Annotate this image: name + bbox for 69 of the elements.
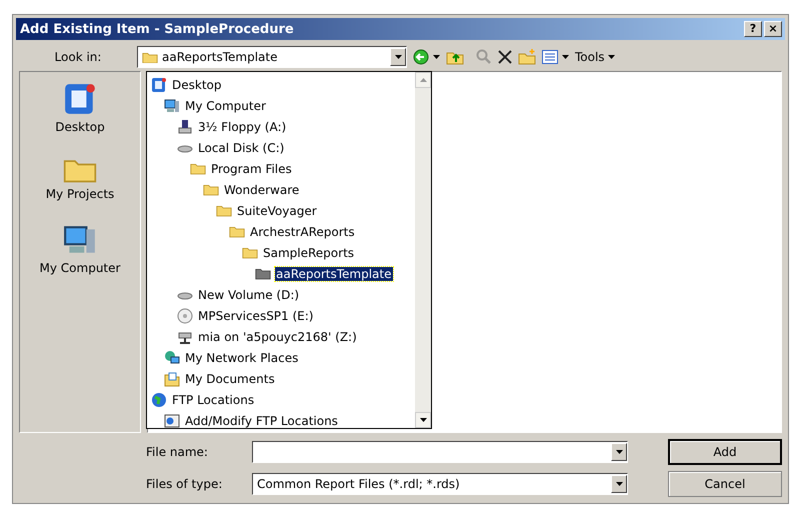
files-of-type-dropdown[interactable]: Common Report Files (*.rdl; *.rds)	[252, 473, 628, 495]
places-bar-item[interactable]: Desktop	[55, 82, 105, 134]
network-places-icon	[164, 350, 180, 366]
folder-icon	[255, 267, 271, 280]
caret-icon	[433, 55, 440, 59]
folder-icon	[190, 162, 206, 175]
down-caret-icon	[420, 418, 426, 422]
ftp-location-icon	[164, 412, 180, 428]
delete-x-icon	[498, 50, 512, 64]
caret-icon	[616, 450, 622, 454]
tree-item[interactable]: My Documents	[147, 368, 415, 389]
dropdown-arrow-button[interactable]	[611, 443, 627, 461]
tree-item[interactable]: New Volume (D:)	[147, 284, 415, 305]
tree-item[interactable]: My Network Places	[147, 347, 415, 368]
look-in-dropdown[interactable]: aaReportsTemplate	[137, 46, 407, 68]
up-caret-icon	[420, 78, 426, 82]
computer-icon	[164, 98, 180, 114]
tree-item[interactable]: aaReportsTemplate	[147, 263, 415, 284]
tools-menu-button[interactable]: Tools	[575, 50, 615, 64]
tree-item[interactable]: mia on 'a5pouyc2168' (Z:)	[147, 326, 415, 347]
tree-item[interactable]: FTP Locations	[147, 389, 415, 410]
tree-item[interactable]: Add/Modify FTP Locations	[147, 410, 415, 431]
file-name-label: File name:	[146, 445, 209, 459]
close-button[interactable]: ×	[764, 21, 782, 37]
tree-item[interactable]: Desktop	[147, 74, 415, 95]
floppy-drive-icon	[177, 118, 193, 134]
documents-folder-icon	[164, 370, 180, 386]
folder-icon	[229, 225, 245, 238]
folder-icon	[203, 183, 219, 196]
tree-item[interactable]: My Computer	[147, 95, 415, 116]
new-folder-icon	[518, 49, 536, 65]
tree-item[interactable]: Local Disk (C:)	[147, 137, 415, 158]
search-icon	[476, 49, 492, 65]
window-title: Add Existing Item - SampleProcedure	[20, 22, 295, 36]
places-bar-item[interactable]: My Computer	[40, 223, 120, 276]
views-button[interactable]	[542, 50, 569, 64]
file-name-field[interactable]	[252, 441, 628, 463]
folder-icon	[142, 50, 158, 64]
cancel-button[interactable]: Cancel	[668, 471, 782, 497]
folder-icon	[216, 204, 232, 217]
tree-item[interactable]: 3½ Floppy (A:)	[147, 116, 415, 137]
caret-icon	[616, 482, 622, 486]
back-button[interactable]	[413, 49, 440, 65]
look-in-label: Look in:	[54, 50, 102, 64]
caret-icon	[394, 55, 402, 59]
add-button[interactable]: Add	[668, 439, 782, 465]
tree-item[interactable]: ArchestrAReports	[147, 221, 415, 242]
dropdown-arrow-button[interactable]	[611, 475, 627, 493]
tree-item[interactable]: Program Files	[147, 158, 415, 179]
delete-button[interactable]	[498, 50, 512, 64]
caret-icon	[562, 55, 569, 59]
desktop-icon	[151, 76, 167, 92]
desktop-icon	[63, 82, 97, 116]
tree-item[interactable]: SampleReports	[147, 242, 415, 263]
scroll-up-button[interactable]	[415, 72, 431, 88]
tree-item[interactable]: SuiteVoyager	[147, 200, 415, 221]
help-button[interactable]: ?	[744, 21, 762, 37]
cd-icon	[177, 308, 193, 324]
dropdown-arrow-button[interactable]	[390, 48, 406, 66]
globe-icon	[151, 392, 167, 408]
caret-icon	[608, 55, 615, 59]
tree-item[interactable]: Wonderware	[147, 179, 415, 200]
views-icon	[542, 50, 558, 64]
places-bar-item[interactable]: My Projects	[46, 156, 114, 202]
files-of-type-label: Files of type:	[146, 477, 224, 491]
tree-item[interactable]: MPServicesSP1 (E:)	[147, 305, 415, 326]
scroll-down-button[interactable]	[415, 412, 431, 428]
scrollbar[interactable]	[415, 72, 431, 428]
folder-icon	[242, 246, 258, 259]
